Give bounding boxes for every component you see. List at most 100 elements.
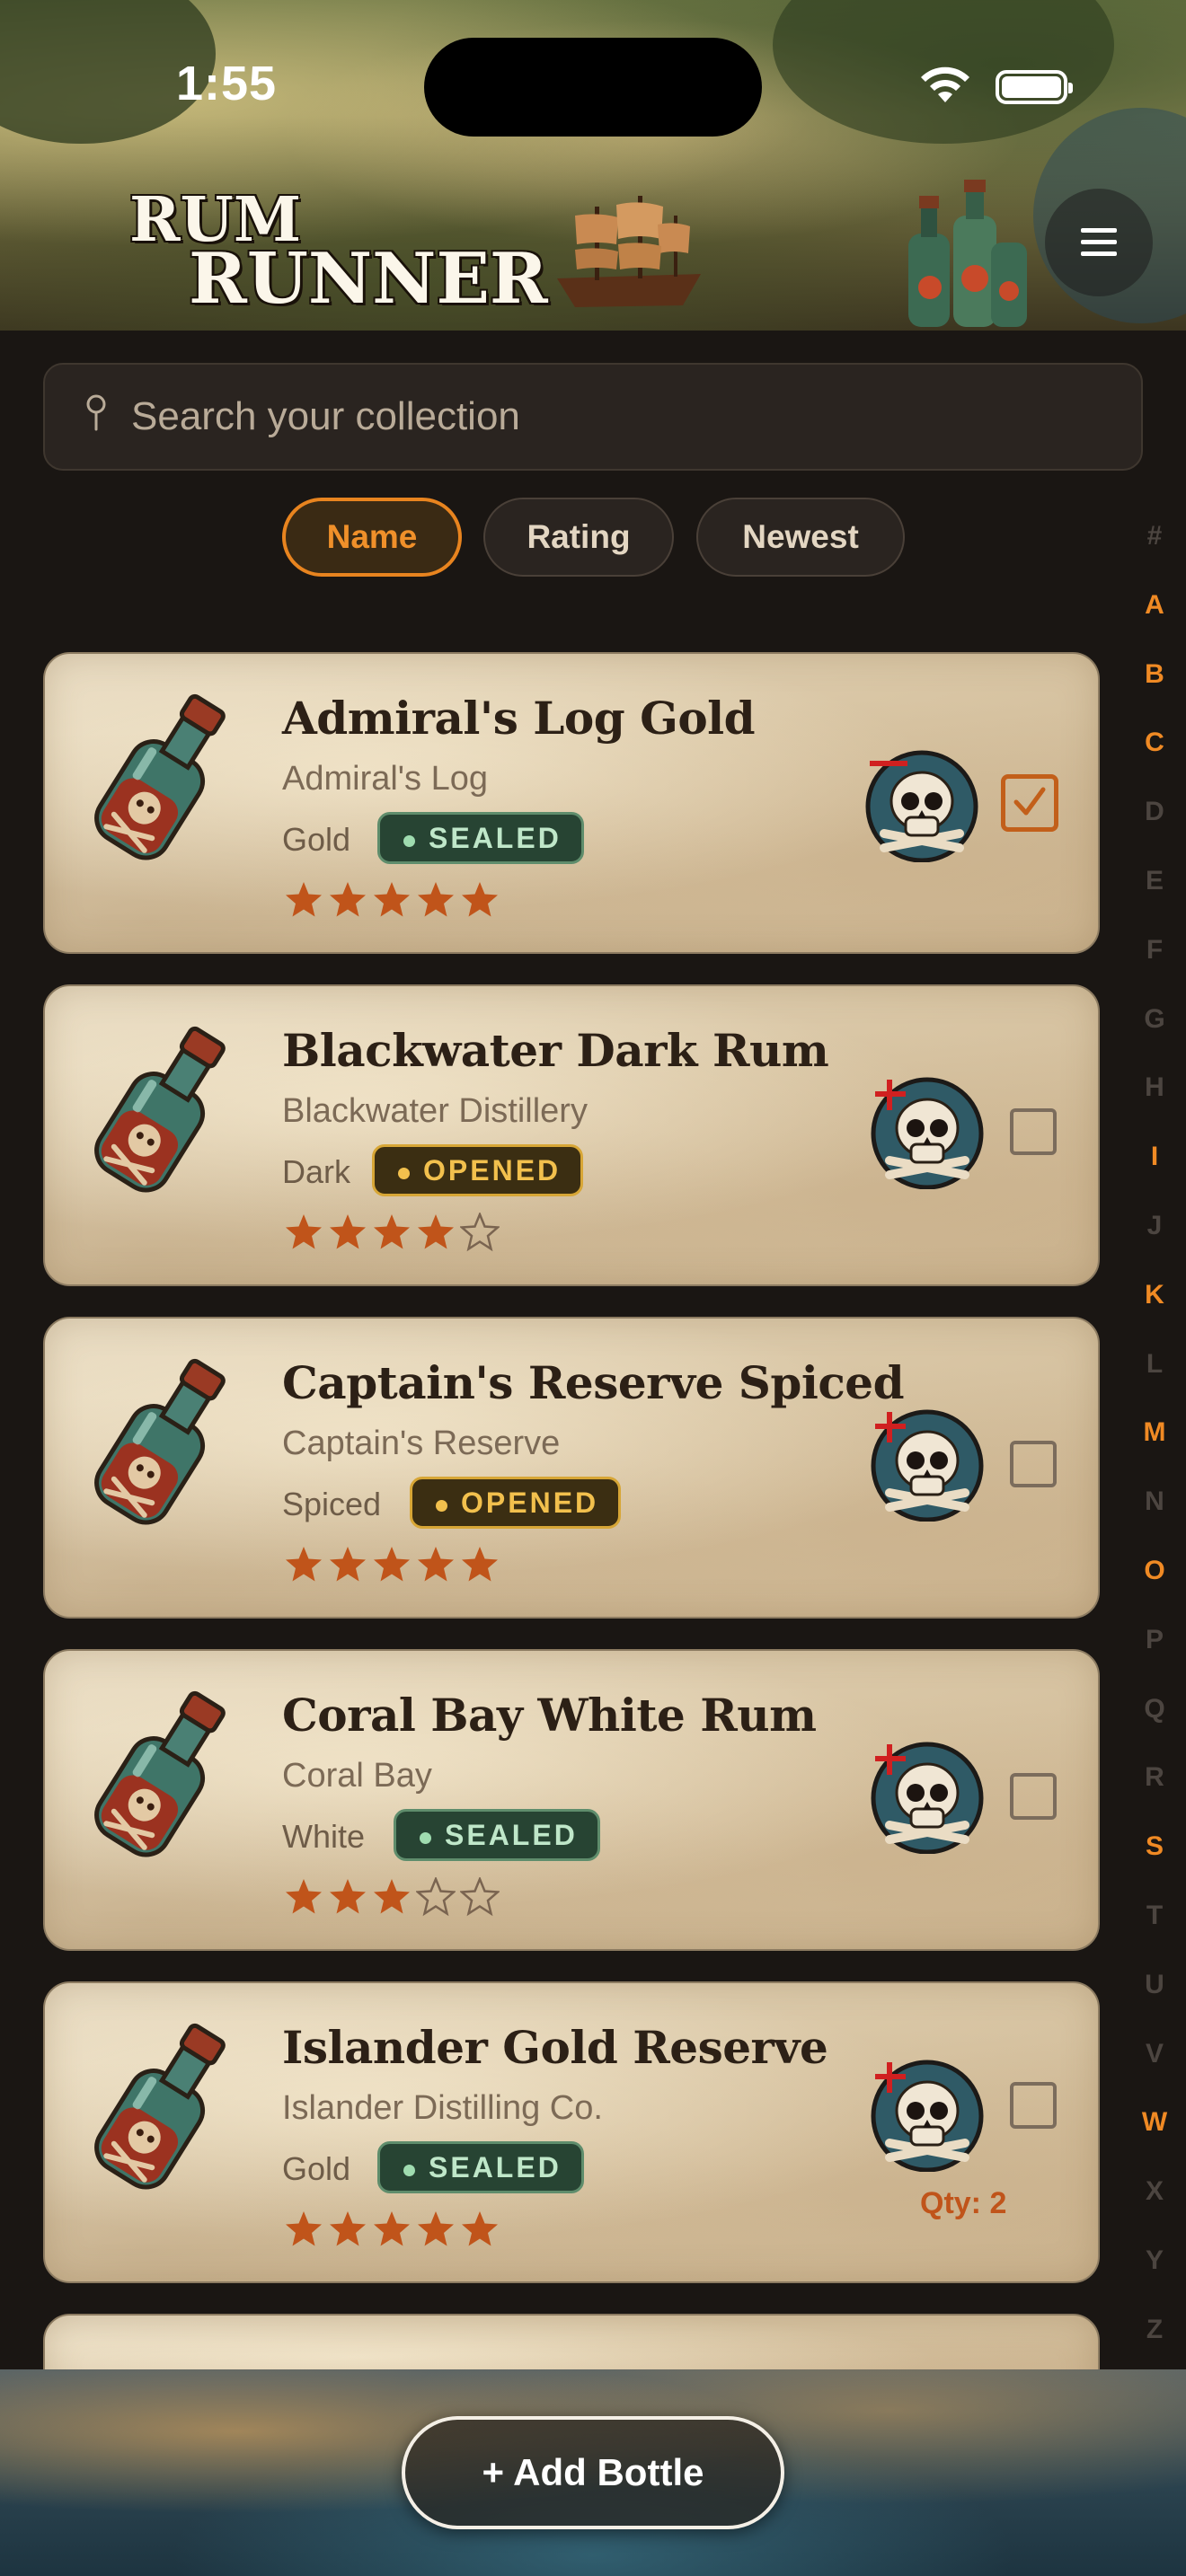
dynamic-island (424, 38, 762, 137)
star-empty-icon (460, 1877, 500, 1917)
bottle-card[interactable]: Admiral's Log Gold Admiral's Log Gold SE… (43, 652, 1100, 954)
star-filled-icon (462, 1547, 498, 1582)
index-letter-a[interactable]: A (1136, 590, 1173, 621)
rum-bottle-icon (94, 693, 226, 860)
rum-bottles-art-icon (908, 180, 1027, 327)
status-badge: OPENED (410, 1477, 622, 1529)
index-letter-x[interactable]: X (1136, 2176, 1173, 2207)
star-filled-icon (418, 1214, 454, 1249)
menu-button[interactable] (1045, 189, 1153, 296)
index-letter-c[interactable]: C (1136, 728, 1173, 758)
wifi-icon (921, 66, 969, 102)
star-filled-icon (330, 1879, 366, 1914)
index-letter-f[interactable]: F (1136, 935, 1173, 966)
index-letter-v[interactable]: V (1136, 2039, 1173, 2069)
sort-newest-button[interactable]: Newest (696, 498, 905, 577)
select-checkbox[interactable] (1010, 1773, 1057, 1820)
bottle-card[interactable]: Islander Gold Reserve Islander Distillin… (43, 1981, 1100, 2283)
search-icon (86, 394, 106, 431)
bottle-producer: Coral Bay (282, 1757, 432, 1795)
bottle-type: Gold (282, 821, 351, 858)
bottle-name: Islander Gold Reserve (282, 2021, 828, 2074)
battery-icon (996, 70, 1073, 104)
index-letter-hash[interactable]: # (1136, 521, 1173, 551)
star-filled-icon (286, 882, 322, 917)
logo-line-runner: RUNNER (189, 238, 548, 320)
bottle-type: Gold (282, 2150, 351, 2187)
star-filled-icon (286, 1214, 322, 1249)
bottle-name: Blackwater Dark Rum (282, 1024, 829, 1077)
index-letter-i[interactable]: I (1136, 1142, 1173, 1172)
index-letter-n[interactable]: N (1136, 1486, 1173, 1517)
star-filled-icon (418, 882, 454, 917)
index-letter-z[interactable]: Z (1136, 2315, 1173, 2345)
pirate-ship-icon (557, 196, 701, 307)
checkmark-icon (1013, 787, 1046, 816)
sort-rating-button[interactable]: Rating (483, 498, 674, 577)
star-filled-icon (374, 2211, 410, 2246)
index-letter-p[interactable]: P (1136, 1625, 1173, 1655)
select-checkbox[interactable] (1001, 774, 1058, 832)
star-filled-icon (286, 1879, 322, 1914)
index-letter-u[interactable]: U (1136, 1970, 1173, 2000)
star-filled-icon (330, 882, 366, 917)
index-letter-b[interactable]: B (1136, 659, 1173, 690)
sort-name-button[interactable]: Name (282, 498, 462, 577)
bottle-card[interactable]: Captain's Reserve Spiced Captain's Reser… (43, 1317, 1100, 1619)
star-filled-icon (374, 1879, 410, 1914)
index-letter-r[interactable]: R (1136, 1762, 1173, 1793)
skull-add-icon[interactable] (870, 1739, 985, 1854)
select-checkbox[interactable] (1010, 1108, 1057, 1155)
app-header: 1:55 RUM RUNNER (0, 0, 1186, 331)
select-checkbox[interactable] (1010, 1441, 1057, 1487)
index-letter-g[interactable]: G (1136, 1004, 1173, 1035)
index-letter-e[interactable]: E (1136, 866, 1173, 896)
index-letter-j[interactable]: J (1136, 1211, 1173, 1241)
index-letter-w[interactable]: W (1136, 2107, 1173, 2138)
index-letter-m[interactable]: M (1136, 1417, 1173, 1448)
bottle-name: Admiral's Log Gold (282, 692, 756, 745)
bottle-producer: Islander Distilling Co. (282, 2089, 603, 2127)
status-time: 1:55 (176, 57, 278, 110)
index-letter-l[interactable]: L (1136, 1349, 1173, 1380)
star-empty-icon (416, 1877, 456, 1917)
select-checkbox[interactable] (1010, 2082, 1057, 2129)
bottle-card[interactable]: Coral Bay White Rum Coral Bay White SEAL… (43, 1649, 1100, 1951)
star-empty-icon (460, 1213, 500, 1252)
index-letter-h[interactable]: H (1136, 1072, 1173, 1103)
index-letter-d[interactable]: D (1136, 797, 1173, 827)
app-logo: RUM RUNNER (126, 184, 593, 320)
bottle-producer: Admiral's Log (282, 760, 489, 798)
star-filled-icon (374, 1214, 410, 1249)
star-filled-icon (286, 2211, 322, 2246)
quantity-label: Qty: 2 (920, 2186, 1007, 2220)
skull-add-icon[interactable] (870, 2057, 985, 2172)
bottle-type: White (282, 1818, 366, 1855)
add-bottle-button[interactable]: + Add Bottle (402, 2416, 784, 2529)
skull-remove-icon[interactable] (864, 747, 979, 862)
bottle-name: Captain's Reserve Spiced (282, 1356, 905, 1409)
star-filled-icon (374, 1547, 410, 1582)
star-filled-icon (418, 2211, 454, 2246)
search-bar[interactable] (43, 363, 1143, 471)
rum-bottle-icon (94, 1026, 226, 1193)
index-letter-o[interactable]: O (1136, 1556, 1173, 1586)
index-letter-k[interactable]: K (1136, 1280, 1173, 1310)
star-filled-icon (330, 1547, 366, 1582)
bottle-producer: Captain's Reserve (282, 1425, 561, 1462)
index-letter-y[interactable]: Y (1136, 2245, 1173, 2276)
rum-bottle-icon (94, 2023, 226, 2190)
index-letter-s[interactable]: S (1136, 1831, 1173, 1862)
skull-add-icon[interactable] (870, 1407, 985, 1522)
bottle-card[interactable]: Blackwater Dark Rum Blackwater Distiller… (43, 984, 1100, 1286)
star-filled-icon (374, 882, 410, 917)
index-letter-q[interactable]: Q (1136, 1694, 1173, 1725)
status-badge: SEALED (377, 812, 584, 864)
index-letter-t[interactable]: T (1136, 1901, 1173, 1931)
skull-add-icon[interactable] (870, 1074, 985, 1189)
search-input[interactable] (131, 365, 1120, 469)
status-badge: SEALED (394, 1809, 600, 1861)
rum-bottle-icon (94, 1690, 226, 1857)
bottle-name: Coral Bay White Rum (282, 1689, 817, 1742)
bottle-producer: Blackwater Distillery (282, 1092, 588, 1130)
